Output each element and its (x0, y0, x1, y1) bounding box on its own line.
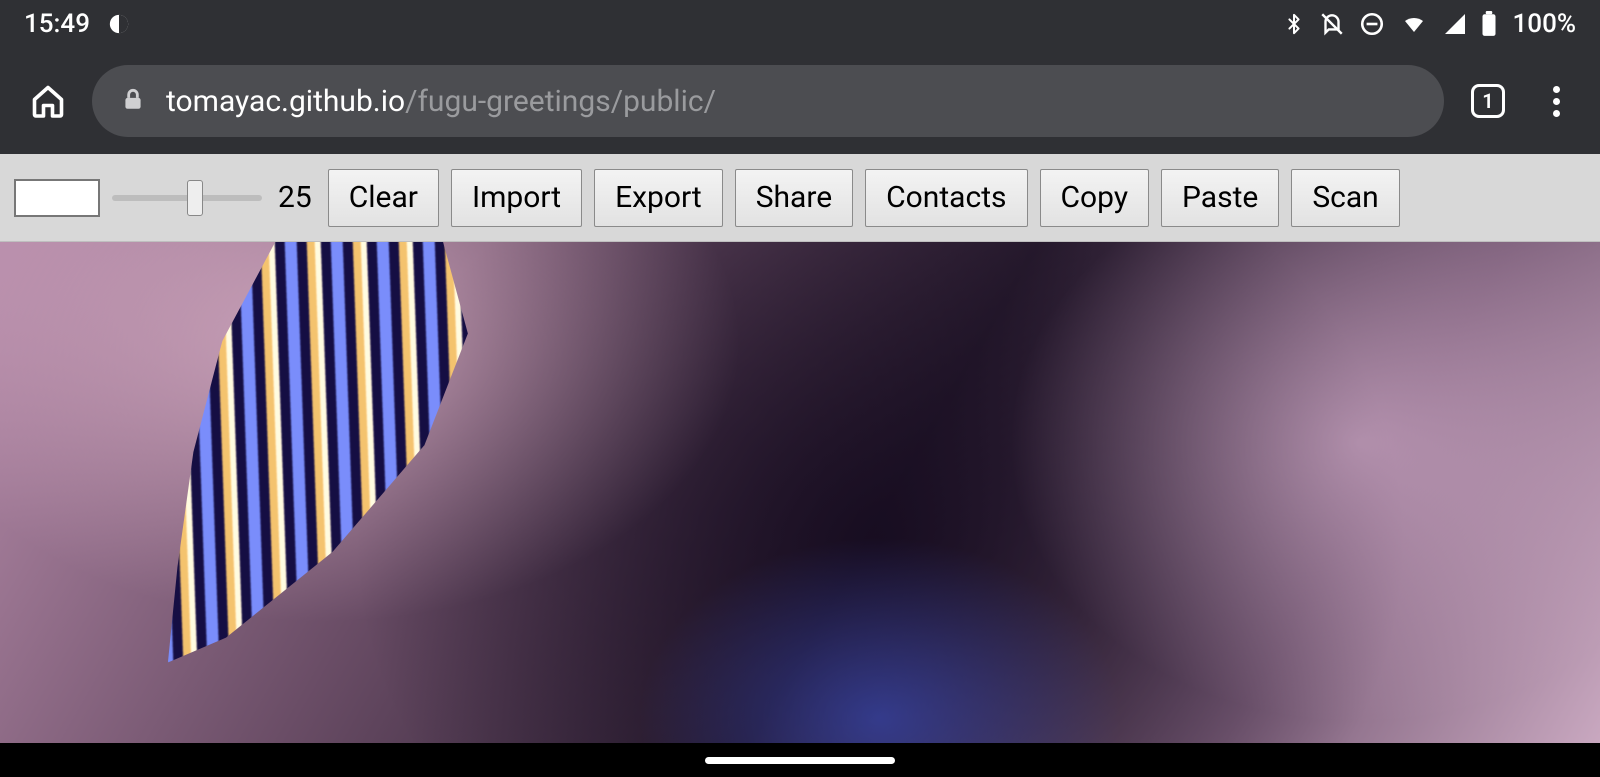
url-path: /fugu-greetings/public/ (405, 84, 716, 119)
lock-icon (120, 84, 146, 118)
import-button[interactable]: Import (451, 169, 582, 227)
battery-percent-text: 100% (1513, 9, 1576, 39)
export-button[interactable]: Export (594, 169, 723, 227)
url-host: tomayac.github.io (166, 84, 405, 119)
android-nav-bar (0, 743, 1600, 777)
share-button[interactable]: Share (735, 169, 853, 227)
canvas-image-content (58, 242, 542, 732)
more-vert-icon (1553, 86, 1560, 117)
omnibox[interactable]: tomayac.github.io/fugu-greetings/public/ (92, 65, 1444, 137)
overflow-menu-button[interactable] (1532, 77, 1580, 125)
contacts-button[interactable]: Contacts (865, 169, 1027, 227)
paste-button[interactable]: Paste (1161, 169, 1279, 227)
clear-button[interactable]: Clear (328, 169, 439, 227)
color-picker-swatch[interactable] (14, 179, 100, 217)
wifi-icon (1399, 12, 1429, 36)
brush-size-value: 25 (278, 180, 312, 215)
drawing-canvas[interactable] (0, 242, 1600, 743)
app-toolbar: 25 Clear Import Export Share Contacts Co… (0, 154, 1600, 242)
battery-icon (1481, 11, 1497, 37)
cell-signal-icon (1443, 12, 1467, 36)
chrome-toolbar: tomayac.github.io/fugu-greetings/public/… (0, 48, 1600, 154)
clock-text: 15:49 (24, 9, 90, 39)
dnd-mute-icon (1319, 11, 1345, 37)
home-button[interactable] (24, 77, 72, 125)
brush-size-slider[interactable] (112, 184, 262, 212)
scan-button[interactable]: Scan (1291, 169, 1399, 227)
copy-button[interactable]: Copy (1040, 169, 1150, 227)
tab-switcher-button[interactable]: 1 (1464, 77, 1512, 125)
tab-count: 1 (1482, 89, 1493, 113)
bluetooth-icon (1283, 11, 1305, 37)
gesture-handle[interactable] (705, 757, 895, 764)
app-indicator-icon (108, 13, 130, 35)
url-text: tomayac.github.io/fugu-greetings/public/ (166, 84, 716, 119)
android-status-bar: 15:49 100% (0, 0, 1600, 48)
do-not-disturb-icon (1359, 11, 1385, 37)
